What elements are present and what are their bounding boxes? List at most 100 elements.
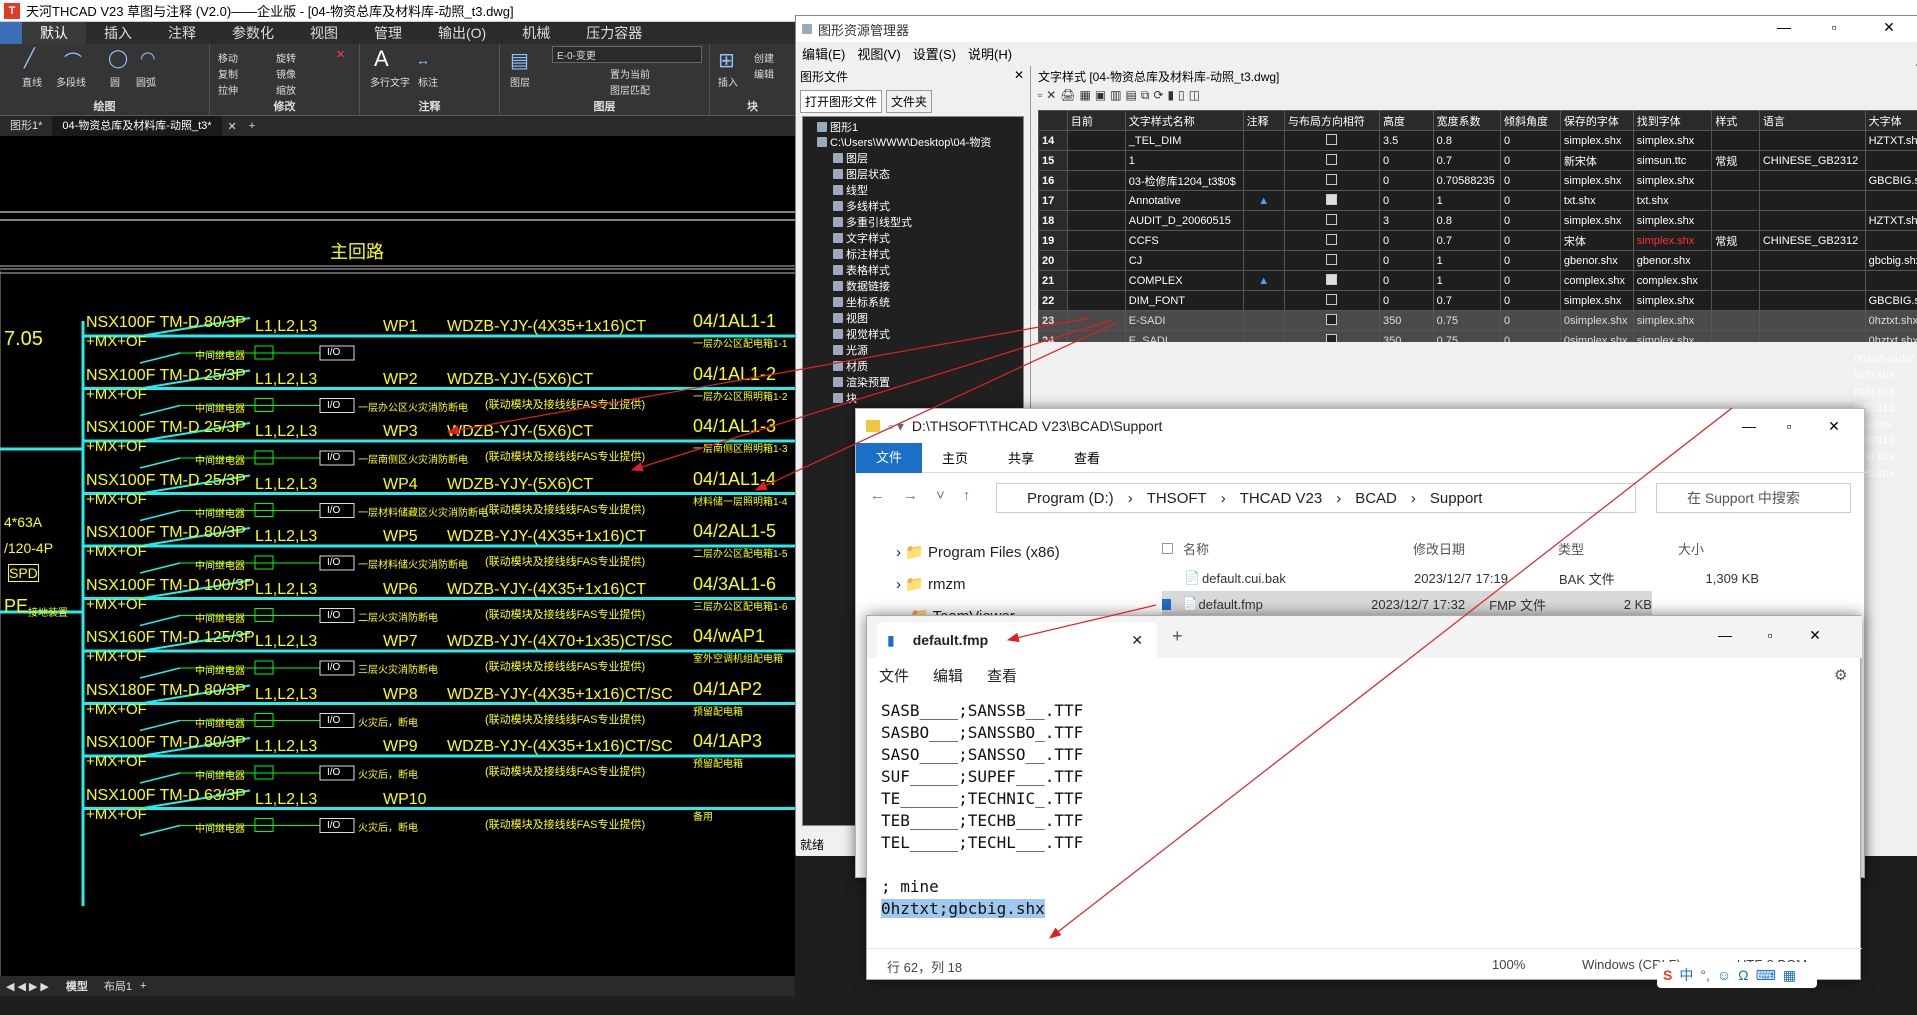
- quick-access-icons[interactable]: ▫ ▾: [888, 418, 904, 435]
- menu-help[interactable]: 说明(H): [962, 44, 1018, 63]
- polyline-tool[interactable]: 多段线: [56, 74, 86, 89]
- drawing-canvas[interactable]: 主回路 7.05 4*63A /120-4P SPD PE 接地装置 NSX10…: [0, 136, 795, 976]
- nav-buttons-icon[interactable]: ←→˅↑: [870, 487, 988, 504]
- path-segment-4[interactable]: Support: [1430, 490, 1483, 507]
- tab-parametric[interactable]: 参数化: [214, 22, 292, 44]
- tree-item[interactable]: 光源: [833, 342, 868, 358]
- col-date[interactable]: 修改日期: [1413, 539, 1558, 558]
- layer-props-tool[interactable]: 图层: [510, 74, 530, 89]
- np-menu-edit[interactable]: 编辑: [921, 665, 975, 686]
- tree-item[interactable]: 文字样式: [833, 230, 890, 246]
- tree-root[interactable]: 图形1: [817, 119, 858, 135]
- app-menu-icon[interactable]: [0, 22, 22, 44]
- table-row[interactable]: 24 E_SADI 350 0.75 0 0simplex.shx simplex.shx 0…: [1038, 330, 1917, 342]
- menu-edit[interactable]: 编辑(E): [796, 44, 851, 63]
- doc-tab-current[interactable]: 04-物资总库及材料库-动照_t3*: [52, 116, 222, 136]
- column-header[interactable]: 样式: [1711, 110, 1760, 131]
- folders-tab[interactable]: 文件夹: [886, 90, 933, 113]
- arc-icon[interactable]: ◠: [140, 48, 156, 69]
- tree-item[interactable]: 多线样式: [833, 198, 890, 214]
- menu-view[interactable]: 视图(V): [851, 44, 906, 63]
- tab-annotate[interactable]: 注释: [150, 22, 214, 44]
- tree-item[interactable]: 材质: [833, 358, 868, 374]
- erase-icon[interactable]: ✕: [336, 48, 345, 61]
- ime-symbol-icon[interactable]: Ω: [1738, 967, 1748, 983]
- layer-props-icon[interactable]: ▤: [510, 48, 529, 73]
- np-menu-view[interactable]: 查看: [975, 665, 1029, 686]
- column-header[interactable]: 保存的字体: [1559, 110, 1634, 131]
- doc-tab-drawing1[interactable]: 图形1*: [0, 116, 52, 136]
- set-current-tool[interactable]: 置为当前: [610, 66, 650, 81]
- left-pane-close-icon[interactable]: ✕: [1014, 68, 1024, 82]
- explorer-tab-view[interactable]: 查看: [1054, 448, 1120, 467]
- notepad-close-button[interactable]: ✕: [1792, 624, 1838, 646]
- ime-punct-icon[interactable]: °,: [1700, 967, 1710, 983]
- table-row[interactable]: 14 _TEL_DIM 3.5 0.8 0 simplex.shx simplex.shx H…: [1038, 130, 1917, 151]
- line-icon[interactable]: ╱: [24, 48, 35, 69]
- column-header[interactable]: 目前: [1066, 110, 1126, 131]
- tree-item[interactable]: 表格样式: [833, 262, 890, 278]
- circle-tool[interactable]: 圆: [110, 74, 120, 89]
- explorer-tab-share[interactable]: 共享: [988, 448, 1054, 467]
- table-row[interactable]: 15 1 0 0.7 0 新宋体 simsun.ttc 常规 CHINESE_GB2312: [1038, 150, 1917, 171]
- ime-emoji-icon[interactable]: ☺: [1717, 967, 1731, 983]
- highlighted-text[interactable]: 0hztxt;gbcbig.shx: [881, 899, 1045, 918]
- nav-item-program-files[interactable]: › 📁 Program Files (x86): [896, 543, 1060, 561]
- table-row[interactable]: 16 03-检修库1204_t3$0$ 0 0.70588235 0 simplex.sh…: [1038, 170, 1917, 191]
- ime-lang[interactable]: 中: [1679, 965, 1693, 985]
- path-segment-3[interactable]: BCAD: [1355, 490, 1397, 507]
- explorer-close-button[interactable]: ✕: [1811, 415, 1857, 437]
- tree-item[interactable]: 渲染预置: [833, 374, 890, 390]
- match-layer-tool[interactable]: 图层匹配: [610, 82, 650, 97]
- rotate-tool[interactable]: 旋转: [276, 50, 296, 65]
- tree-item[interactable]: 块: [833, 390, 857, 406]
- tree-item[interactable]: 标注样式: [833, 246, 890, 262]
- address-bar[interactable]: Program (D:) › THSOFT › THCAD V23 › BCAD › S…: [996, 483, 1636, 513]
- dim-tool[interactable]: 标注: [418, 74, 438, 89]
- layout-tab[interactable]: 布局1: [96, 978, 140, 994]
- notepad-text-area[interactable]: SASB____;SANSSB__.TTF SASBO___;SANSSBO_.T…: [881, 700, 1841, 930]
- column-header[interactable]: 宽度系数: [1432, 110, 1501, 131]
- insert-icon[interactable]: ⊞: [718, 48, 735, 73]
- mtext-icon[interactable]: A: [374, 46, 389, 72]
- copy-tool[interactable]: 复制: [218, 66, 238, 81]
- explorer-search-input[interactable]: 在 Support 中搜索: [1656, 483, 1851, 513]
- dim-icon[interactable]: ↔: [416, 52, 430, 68]
- notepad-tab[interactable]: ▮ default.fmp ✕: [877, 622, 1157, 658]
- tab-view[interactable]: 视图: [292, 22, 356, 44]
- file-row[interactable]: 📄 default.cui.bak 2023/12/7 17:19 BAK 文件…: [1162, 565, 1762, 591]
- grm-maximize-button[interactable]: ▫: [1811, 16, 1857, 38]
- tree-item[interactable]: 图层状态: [833, 166, 890, 182]
- ime-toolbar[interactable]: S 中 °, ☺ Ω ⌨ ▦: [1657, 962, 1817, 988]
- np-menu-file[interactable]: 文件: [867, 665, 921, 686]
- tree-item[interactable]: 数据链接: [833, 278, 890, 294]
- table-row[interactable]: 22 DIM_FONT 0 0.7 0 simplex.shx simplex.shx GBC…: [1038, 290, 1917, 311]
- ime-menu-icon[interactable]: ▦: [1783, 967, 1796, 984]
- grm-toolbar[interactable]: ▫✕🖨▦▣▥▤⧉⟳▮▯◫: [1038, 88, 1204, 103]
- table-row[interactable]: 19 CCFS 0 0.7 0 宋体 simplex.shx 常规 CHINESE_GB2312: [1038, 230, 1917, 251]
- scale-tool[interactable]: 缩放: [276, 82, 296, 97]
- explorer-tab-file[interactable]: 文件: [856, 442, 923, 473]
- notepad-tab-close-icon[interactable]: ✕: [1131, 632, 1143, 649]
- tab-output[interactable]: 输出(O): [420, 22, 504, 44]
- menu-settings[interactable]: 设置(S): [907, 44, 962, 63]
- edit-block-tool[interactable]: 编辑: [754, 66, 774, 81]
- column-header[interactable]: 大字体: [1864, 110, 1917, 131]
- table-row[interactable]: 23 E-SADI 350 0.75 0 0simplex.shx simplex.shx 0…: [1038, 310, 1917, 331]
- explorer-tab-home[interactable]: 主页: [922, 448, 988, 467]
- tab-insert[interactable]: 插入: [86, 22, 150, 44]
- column-header[interactable]: 注释: [1242, 110, 1285, 131]
- new-tab-icon[interactable]: +: [243, 120, 261, 132]
- path-segment-1[interactable]: THSOFT: [1147, 490, 1207, 507]
- mtext-tool[interactable]: 多行文字: [370, 74, 410, 89]
- path-segment-0[interactable]: Program (D:): [1027, 490, 1114, 507]
- column-header[interactable]: 倾斜角度: [1499, 110, 1561, 131]
- table-row[interactable]: 20 CJ 0 1 0 gbenor.shx gbenor.shx gbcbig.shx: [1038, 250, 1917, 271]
- line-tool[interactable]: 直线: [22, 74, 42, 89]
- tab-default[interactable]: 默认: [22, 22, 86, 44]
- table-row[interactable]: 21 COMPLEX ▲ 0 1 0 complex.shx complex.shx: [1038, 270, 1917, 291]
- col-size[interactable]: 大小: [1678, 539, 1758, 558]
- col-name[interactable]: 名称: [1183, 539, 1413, 558]
- notepad-maximize-button[interactable]: ▫: [1747, 624, 1793, 646]
- tree-item[interactable]: 坐标系统: [833, 294, 890, 310]
